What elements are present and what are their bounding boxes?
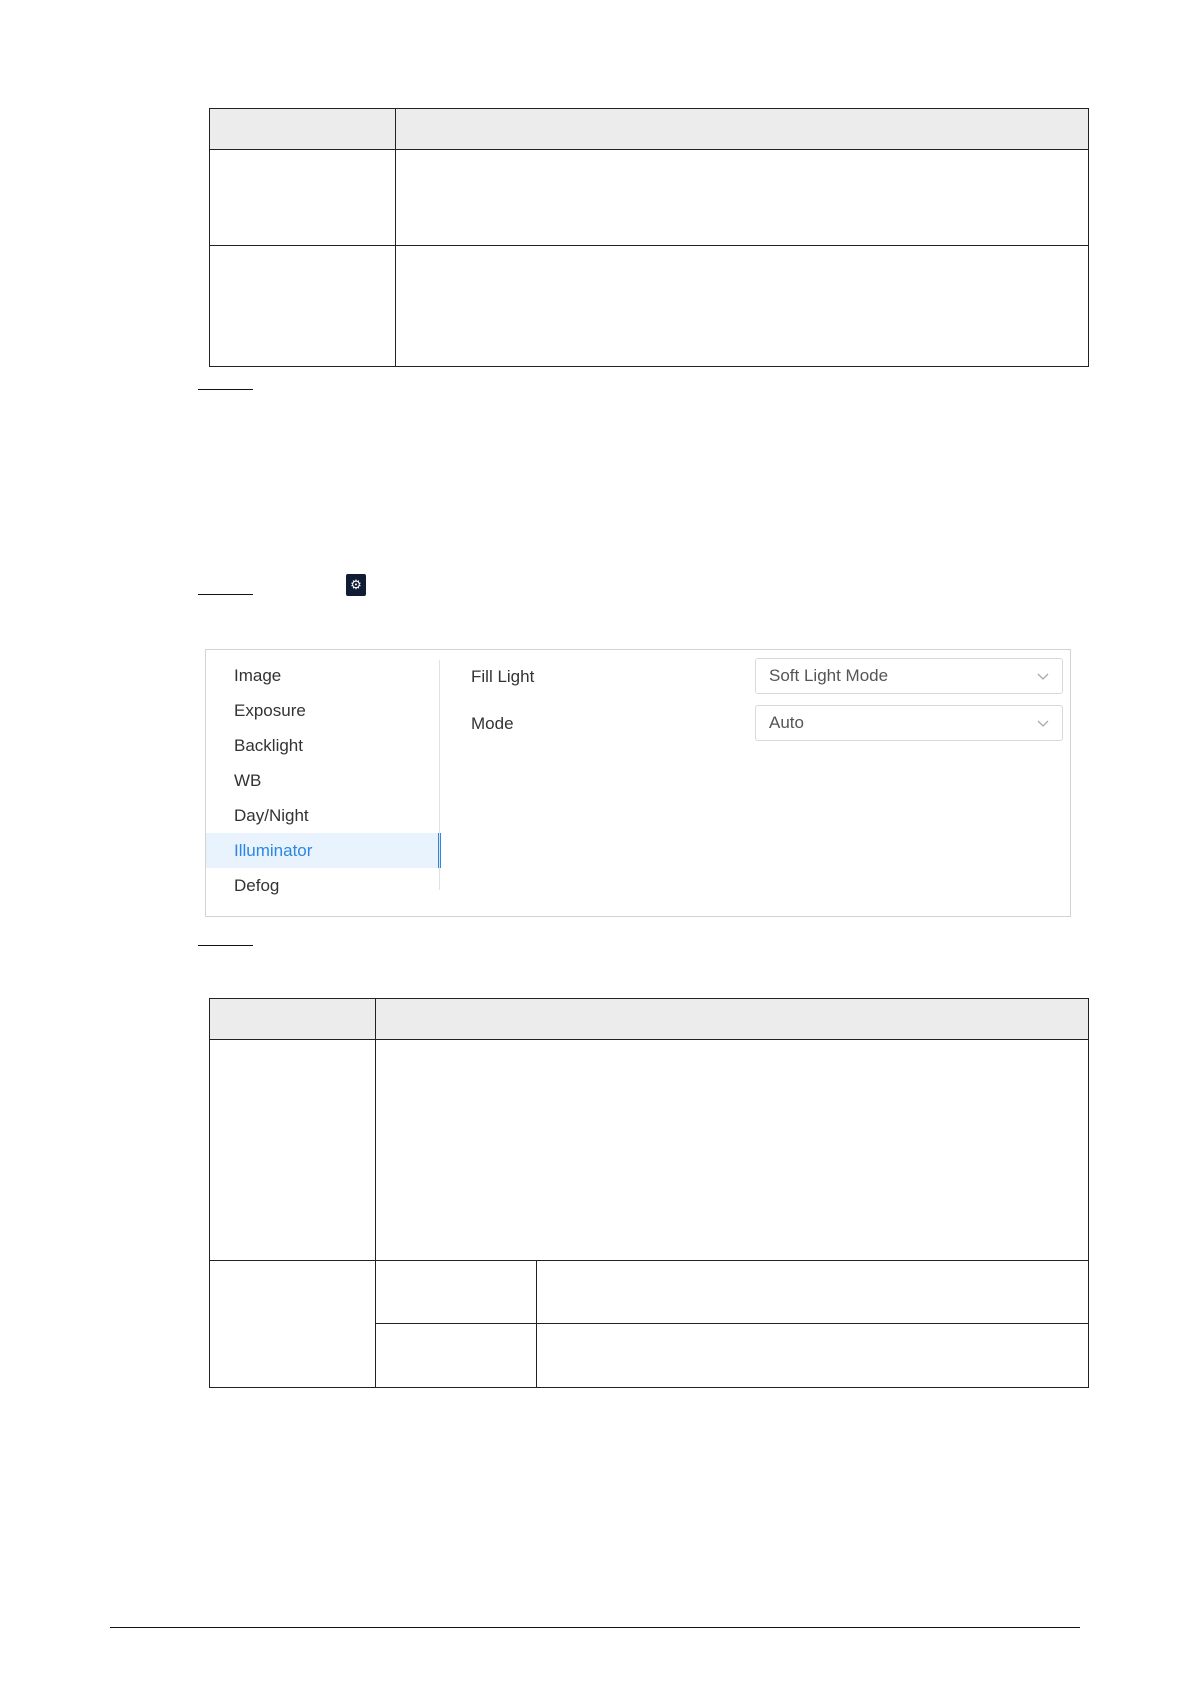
chevron-down-icon bbox=[1037, 720, 1049, 727]
sidebar-item-day-night[interactable]: Day/Night bbox=[206, 798, 441, 833]
table-header-parameter bbox=[209, 998, 376, 1040]
sidebar-item-wb[interactable]: WB bbox=[206, 763, 441, 798]
gear-icon[interactable]: ⚙ bbox=[346, 574, 366, 596]
table-cell bbox=[375, 1260, 537, 1324]
parameter-table-bottom bbox=[209, 998, 1089, 1388]
sidebar-divider bbox=[439, 660, 440, 890]
table-cell bbox=[375, 1323, 537, 1388]
step-marker bbox=[198, 594, 253, 595]
table-cell bbox=[395, 245, 1089, 367]
mode-row: Mode Auto bbox=[471, 705, 1065, 743]
table-cell bbox=[375, 1039, 1089, 1261]
parameter-table-top bbox=[209, 108, 1089, 367]
sidebar-item-backlight[interactable]: Backlight bbox=[206, 728, 441, 763]
fill-light-label: Fill Light bbox=[471, 667, 535, 686]
table-header-description bbox=[375, 998, 1089, 1040]
mode-select[interactable]: Auto bbox=[755, 705, 1063, 741]
table-cell bbox=[395, 149, 1089, 246]
table-cell bbox=[536, 1260, 1089, 1324]
settings-sidebar: Image Exposure Backlight WB Day/Night Il… bbox=[206, 658, 441, 903]
chevron-down-icon bbox=[1037, 673, 1049, 680]
table-header-description bbox=[395, 108, 1089, 150]
mode-label: Mode bbox=[471, 714, 514, 733]
step-marker bbox=[198, 945, 253, 946]
table-cell bbox=[209, 1039, 376, 1261]
footer-rule bbox=[110, 1627, 1080, 1628]
table-cell bbox=[209, 1260, 376, 1388]
sidebar-item-illuminator[interactable]: Illuminator bbox=[206, 833, 441, 868]
sidebar-item-exposure[interactable]: Exposure bbox=[206, 693, 441, 728]
table-cell bbox=[209, 149, 396, 246]
fill-light-select[interactable]: Soft Light Mode bbox=[755, 658, 1063, 694]
table-header-parameter bbox=[209, 108, 396, 150]
table-cell bbox=[209, 245, 396, 367]
fill-light-value: Soft Light Mode bbox=[769, 666, 889, 685]
sidebar-item-defog[interactable]: Defog bbox=[206, 868, 441, 903]
table-cell bbox=[536, 1323, 1089, 1388]
mode-value: Auto bbox=[769, 713, 804, 732]
sidebar-item-image[interactable]: Image bbox=[206, 658, 441, 693]
fill-light-row: Fill Light Soft Light Mode bbox=[471, 658, 1065, 696]
step-marker bbox=[198, 389, 253, 390]
illuminator-settings-panel: Image Exposure Backlight WB Day/Night Il… bbox=[205, 649, 1071, 917]
